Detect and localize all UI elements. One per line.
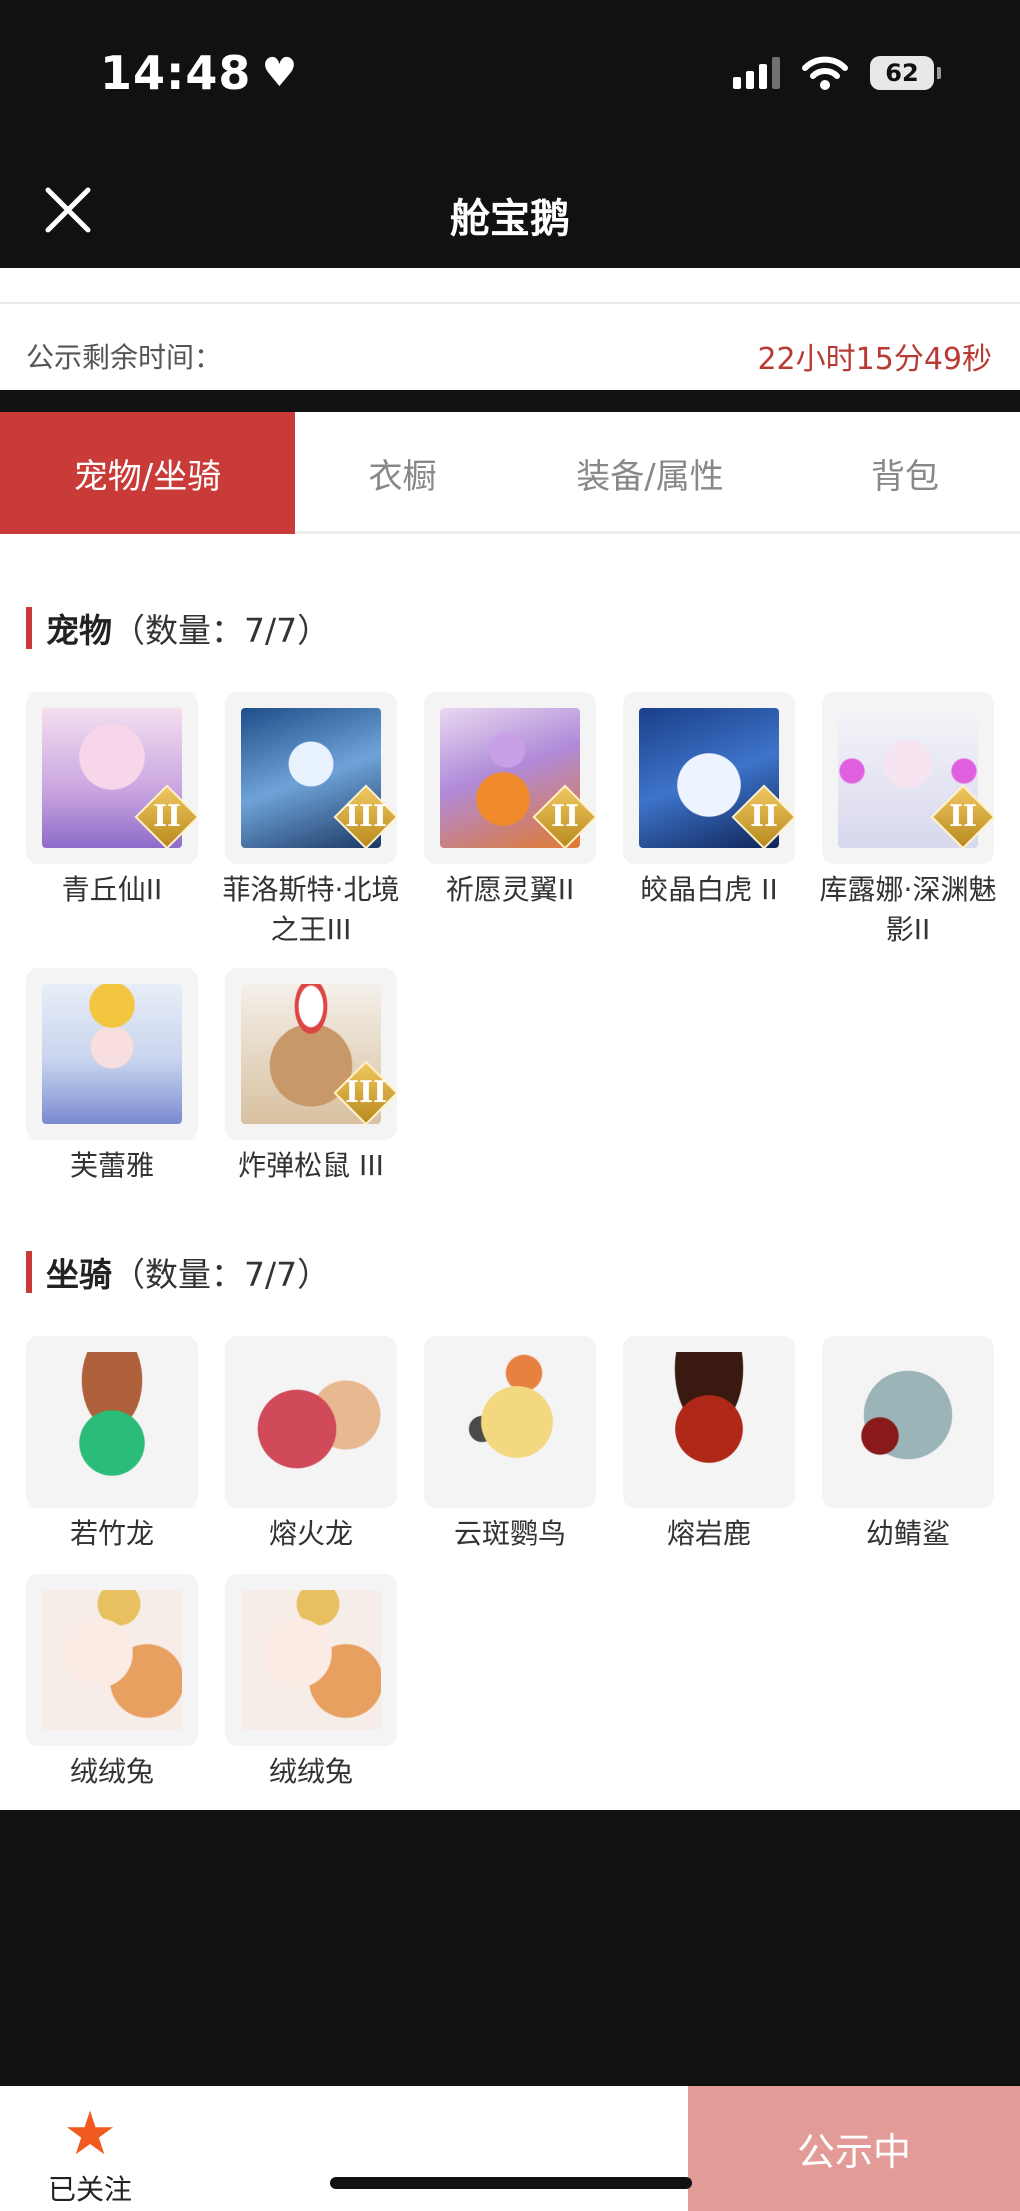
countdown-label: 公示剩余时间： xyxy=(26,341,223,374)
mount-card[interactable]: 云斑鹦鸟 xyxy=(424,1336,596,1554)
tab-equipment-attributes[interactable]: 装备/属性 xyxy=(510,412,790,534)
section-marker xyxy=(26,607,32,649)
page-title: 舱宝鹅 xyxy=(450,196,570,242)
mount-card[interactable]: 绒绒兔 xyxy=(26,1574,198,1792)
rank-badge-text: III xyxy=(344,1075,388,1110)
status-bar: 14:48 ♥ 62 xyxy=(0,0,1020,150)
mount-thumbnail xyxy=(26,1574,198,1746)
mount-name: 绒绒兔 xyxy=(69,1755,154,1788)
fire-dragon-portrait-icon xyxy=(241,1352,381,1492)
pet-name: 祈愿灵翼II xyxy=(445,873,575,906)
heart-icon: ♥ xyxy=(261,50,299,96)
pet-card[interactable]: III 炸弹松鼠 III xyxy=(225,968,397,1186)
fluffy-rabbit-portrait-icon xyxy=(42,1590,182,1730)
tab-wardrobe[interactable]: 衣橱 xyxy=(295,412,510,534)
pet-card[interactable]: II 皎晶白虎 II xyxy=(623,692,795,910)
bottom-action-bar: ★ 已关注 公示中 xyxy=(0,2086,1020,2211)
mount-thumbnail xyxy=(225,1336,397,1508)
wifi-icon xyxy=(802,56,848,90)
pet-thumbnail: III xyxy=(225,968,397,1140)
mount-thumbnail xyxy=(623,1336,795,1508)
status-indicators: 62 xyxy=(733,56,941,90)
tab-bar: 宠物/坐骑 衣橱 装备/属性 背包 xyxy=(0,412,1020,534)
pet-name: 芙蕾雅 xyxy=(69,1149,154,1182)
tab-backpack[interactable]: 背包 xyxy=(790,412,1020,534)
status-time: 14:48 ♥ xyxy=(100,46,298,100)
mount-card[interactable]: 幼鲭鲨 xyxy=(822,1336,994,1554)
pet-name: 库露娜·深渊魅影II xyxy=(819,873,997,946)
pet-thumbnail: II xyxy=(623,692,795,864)
mount-card[interactable]: 熔火龙 xyxy=(225,1336,397,1554)
countdown-panel: 公示剩余时间： 22小时15分49秒 xyxy=(0,268,1020,390)
star-icon: ★ xyxy=(63,2099,117,2169)
pet-card[interactable]: II 青丘仙II xyxy=(26,692,198,910)
rank-badge-text: II xyxy=(550,799,580,834)
rank-badge-text: II xyxy=(948,799,978,834)
mount-name: 若竹龙 xyxy=(69,1517,154,1550)
follow-label: 已关注 xyxy=(47,2173,132,2206)
mount-name: 熔岩鹿 xyxy=(666,1517,751,1550)
pet-card[interactable]: II 库露娜·深渊魅影II xyxy=(820,692,996,950)
pet-name: 菲洛斯特·北境之王III xyxy=(222,873,400,946)
mounts-section-title: 坐骑 （数量：7/7） xyxy=(26,1250,330,1294)
mount-name: 熔火龙 xyxy=(268,1517,353,1550)
pet-name: 炸弹松鼠 III xyxy=(238,1149,384,1182)
pet-card[interactable]: II 祈愿灵翼II xyxy=(424,692,596,910)
content-area: 宠物 （数量：7/7） II 青丘仙II III 菲洛斯特·北境之王III II… xyxy=(0,534,1020,1810)
section-name: 宠物 xyxy=(46,611,112,650)
countdown-value: 22小时15分49秒 xyxy=(757,342,992,377)
rank-badge-text: II xyxy=(749,799,779,834)
mount-thumbnail xyxy=(822,1336,994,1508)
pet-name: 皎晶白虎 II xyxy=(640,873,778,906)
public-status-button[interactable]: 公示中 xyxy=(688,2086,1020,2211)
mount-card[interactable]: 绒绒兔 xyxy=(225,1574,397,1792)
pet-name: 青丘仙II xyxy=(61,873,163,906)
mount-thumbnail xyxy=(225,1574,397,1746)
pet-thumbnail xyxy=(26,968,198,1140)
section-marker xyxy=(26,1251,32,1293)
pet-card[interactable]: III 菲洛斯特·北境之王III xyxy=(223,692,399,950)
golden-valkyrie-portrait-icon xyxy=(42,984,182,1124)
pet-thumbnail: III xyxy=(225,692,397,864)
mount-card[interactable]: 若竹龙 xyxy=(26,1336,198,1554)
mount-name: 幼鲭鲨 xyxy=(865,1517,950,1550)
lava-deer-portrait-icon xyxy=(639,1352,779,1492)
shark-portrait-icon xyxy=(838,1352,978,1492)
battery-level: 62 xyxy=(885,59,919,87)
section-name: 坐骑 xyxy=(46,1255,112,1294)
mount-thumbnail xyxy=(424,1336,596,1508)
mount-card[interactable]: 熔岩鹿 xyxy=(623,1336,795,1554)
section-count: （数量：7/7） xyxy=(112,611,331,650)
cockatoo-portrait-icon xyxy=(440,1352,580,1492)
pets-section-title: 宠物 （数量：7/7） xyxy=(26,606,330,650)
header: 舱宝鹅 xyxy=(0,150,1020,268)
pet-thumbnail: II xyxy=(424,692,596,864)
cellular-signal-icon xyxy=(733,57,780,89)
battery-icon: 62 xyxy=(870,56,941,90)
pet-card[interactable]: 芙蕾雅 xyxy=(26,968,198,1186)
home-indicator[interactable] xyxy=(330,2177,692,2189)
mount-name: 绒绒兔 xyxy=(268,1755,353,1788)
section-count: （数量：7/7） xyxy=(112,1255,331,1294)
pet-thumbnail: II xyxy=(822,692,994,864)
bamboo-dragon-portrait-icon xyxy=(42,1352,182,1492)
mount-thumbnail xyxy=(26,1336,198,1508)
follow-button[interactable]: ★ 已关注 xyxy=(40,2104,140,2208)
clock-text: 14:48 xyxy=(100,46,252,100)
rank-badge-text: III xyxy=(344,799,388,834)
tab-pets-mounts[interactable]: 宠物/坐骑 xyxy=(0,412,295,534)
rank-badge-text: II xyxy=(152,799,182,834)
mount-name: 云斑鹦鸟 xyxy=(453,1517,566,1550)
fluffy-rabbit-portrait-icon xyxy=(241,1590,381,1730)
pet-thumbnail: II xyxy=(26,692,198,864)
